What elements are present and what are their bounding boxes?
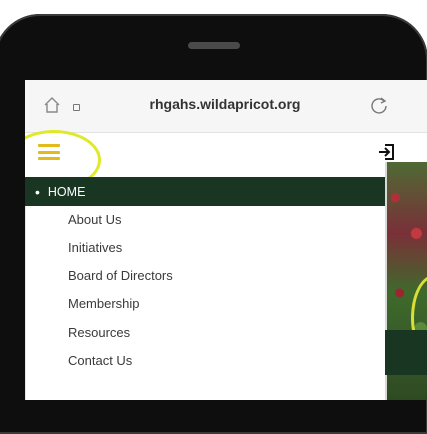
menu-item-contact-us[interactable]: Contact Us [68, 353, 132, 368]
phone-speaker [188, 42, 240, 49]
submenu: About Us Initiatives Board of Directors … [25, 206, 386, 400]
menu-bullet: • [35, 183, 40, 200]
browser-address-bar: rhgahs.wildapricot.org [25, 80, 427, 133]
menu-home-label: HOME [47, 184, 86, 199]
phone-screen: rhgahs.wildapricot.org • HOME About Us I… [25, 80, 427, 400]
menu-item-home[interactable]: • HOME [25, 177, 385, 206]
menu-item-resources[interactable]: Resources [68, 325, 130, 340]
login-icon[interactable] [377, 142, 397, 162]
menu-item-initiatives[interactable]: Initiatives [68, 240, 122, 255]
menu-item-about-us[interactable]: About Us [68, 212, 121, 227]
home-icon[interactable] [43, 96, 61, 114]
menu-item-membership[interactable]: Membership [68, 296, 140, 311]
reload-icon[interactable] [369, 95, 389, 115]
menu-item-board-of-directors[interactable]: Board of Directors [68, 268, 173, 283]
hero-caption-bar [385, 330, 427, 375]
url-text[interactable]: rhgahs.wildapricot.org [125, 96, 325, 112]
lock-icon [73, 104, 80, 111]
